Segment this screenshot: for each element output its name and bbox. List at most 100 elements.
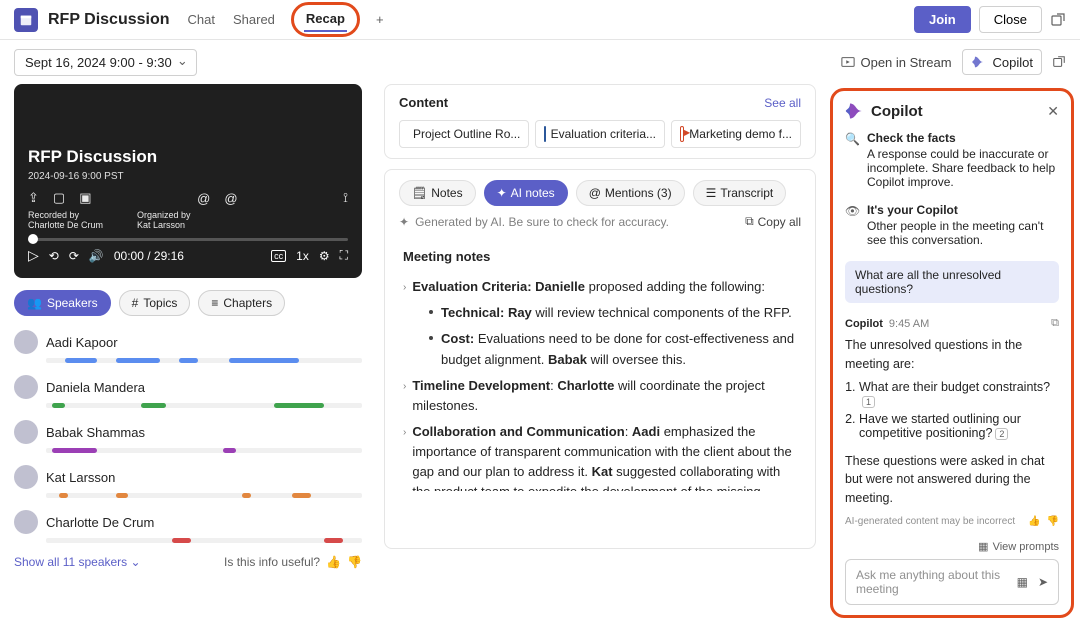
copilot-list-item: Have we started outlining our competitiv… [859,412,1059,440]
people-icon[interactable]: ⟟ [343,190,348,206]
copilot-reply-author: Copilot [845,318,883,330]
view-prompts-button[interactable]: ▦ View prompts [845,540,1059,553]
attachment-ppt[interactable]: Project Outline Ro... [399,120,529,148]
tab-recap[interactable]: Recap [304,7,347,32]
share-icon[interactable]: ⇪ [28,190,39,206]
caret-icon[interactable]: › [403,425,406,491]
middle-column: Content See all Project Outline Ro... Ev… [376,84,824,591]
copilot-info-privacy: 👁 It's your CopilotOther people in the m… [845,203,1059,247]
popout-icon[interactable] [1050,12,1066,28]
tab-shared[interactable]: Shared [231,8,277,31]
close-button[interactable]: Close [979,6,1042,33]
copilot-logo-icon [845,101,865,121]
video-timestamp: 2024-09-16 9:00 PST [28,171,348,182]
mentions-tab[interactable]: @Mentions (3) [576,180,685,206]
copilot-reply-time: 9:45 AM [889,318,929,330]
content-title: Content [399,95,448,110]
send-icon[interactable]: ➤ [1038,575,1048,589]
apps-icon[interactable]: ▦ [1017,575,1028,589]
speakers-chip[interactable]: 👥Speakers [14,290,111,316]
header-tabs: Chat Shared Recap + [186,2,386,37]
recorded-by-label: Recorded by [28,210,103,220]
recorded-by-value: Charlotte De Crum [28,220,103,230]
mention-icon-1[interactable]: @ [197,191,210,206]
app-icon-1[interactable]: ▢ [53,190,65,206]
attachment-video[interactable]: Marketing demo f... [671,120,801,148]
thumbs-up-icon[interactable]: 👍 [1028,516,1040,527]
open-in-stream-button[interactable]: Open in Stream [841,55,951,70]
video-player[interactable]: RFP Discussion 2024-09-16 9:00 PST ⇪ ▢ ▣… [14,84,362,278]
join-button[interactable]: Join [914,6,971,33]
app-icon-2[interactable]: ▣ [79,190,91,206]
copy-icon: ⧉ [745,214,754,229]
topics-chip[interactable]: #Topics [119,290,191,316]
play-button[interactable]: ▷ [28,247,39,264]
note-subitem: Cost: Evaluations need to be done for co… [429,329,797,369]
video-scrubber[interactable] [28,238,348,241]
fullscreen-button[interactable]: ⛶ [340,248,348,263]
volume-button[interactable]: 🔊 [89,249,104,263]
tab-recap-highlight: Recap [291,2,360,37]
speaker-row[interactable]: Babak Shammas [14,420,362,444]
see-all-link[interactable]: See all [764,96,801,110]
avatar [14,420,38,444]
video-time-display: 00:00 / 29:16 [114,249,184,263]
eye-icon: 👁 [845,204,859,247]
reference-badge[interactable]: 1 [862,396,875,408]
copilot-reply-outro: These questions were asked in chat but w… [845,452,1059,508]
speaker-row[interactable]: Charlotte De Crum [14,510,362,534]
video-title: RFP Discussion [28,147,348,167]
open-in-stream-label: Open in Stream [860,55,951,70]
speed-button[interactable]: 1x [296,249,309,263]
organized-by-label: Organized by [137,210,191,220]
copilot-toggle-button[interactable]: Copilot [962,49,1042,75]
thumbs-down-icon[interactable]: 👎 [347,555,362,569]
speaker-track[interactable] [46,358,362,363]
forward-button[interactable]: ⟳ [69,249,79,263]
show-all-speakers-link[interactable]: Show all 11 speakers ⌄ [14,555,141,569]
note-item: › Collaboration and Communication: Aadi … [403,422,797,491]
close-icon[interactable]: ✕ [1047,103,1059,120]
info-useful-label: Is this info useful? [224,555,320,569]
date-selector[interactable]: Sept 16, 2024 9:00 - 9:30 [14,49,197,76]
note-item: › Timeline Development: Charlotte will c… [403,376,797,416]
copilot-input[interactable]: Ask me anything about this meeting ▦ ➤ [845,559,1059,605]
expand-icon[interactable] [1052,55,1066,69]
add-tab-button[interactable]: + [374,8,386,31]
copilot-reply-list: What are their budget constraints?1 Have… [859,380,1059,444]
speaker-track[interactable] [46,493,362,498]
transcript-tab[interactable]: ☰Transcript [693,180,787,206]
thumbs-down-icon[interactable]: 👎 [1047,516,1059,527]
speaker-row[interactable]: Daniela Mandera [14,375,362,399]
mention-icon-2[interactable]: @ [224,191,237,206]
tab-chat[interactable]: Chat [186,8,217,31]
speaker-name: Babak Shammas [46,425,145,440]
notes-tab[interactable]: 🗒Notes [399,180,476,206]
speaker-name: Charlotte De Crum [46,515,154,530]
speaker-track[interactable] [46,538,362,543]
copy-all-button[interactable]: ⧉ Copy all [745,214,801,229]
speaker-track[interactable] [46,448,362,453]
caret-icon[interactable]: › [403,379,406,416]
avatar [14,375,38,399]
rewind-button[interactable]: ⟲ [49,249,59,263]
caret-icon[interactable]: › [403,280,406,297]
speaker-row[interactable]: Aadi Kapoor [14,330,362,354]
copilot-panel: Copilot ✕ 🔍 Check the factsA response co… [830,88,1074,618]
captions-button[interactable]: cc [271,250,286,262]
avatar [14,510,38,534]
reference-badge[interactable]: 2 [995,428,1008,440]
chapters-chip[interactable]: ≡Chapters [198,290,285,316]
thumbs-up-icon[interactable]: 👍 [326,555,341,569]
meeting-notes-heading: Meeting notes [403,247,797,267]
left-tab-chips: 👥Speakers #Topics ≡Chapters [14,290,362,316]
speaker-row[interactable]: Kat Larsson [14,465,362,489]
note-subitem: Technical: Ray will review technical com… [429,303,797,323]
ai-notes-tab[interactable]: ✦AI notes [484,180,568,206]
magnify-icon: 🔍 [845,132,859,189]
organized-by-value: Kat Larsson [137,220,191,230]
speaker-track[interactable] [46,403,362,408]
copy-reply-icon[interactable]: ⧉ [1051,317,1059,330]
settings-icon[interactable]: ⚙ [319,249,330,263]
attachment-doc[interactable]: Evaluation criteria... [535,120,665,148]
